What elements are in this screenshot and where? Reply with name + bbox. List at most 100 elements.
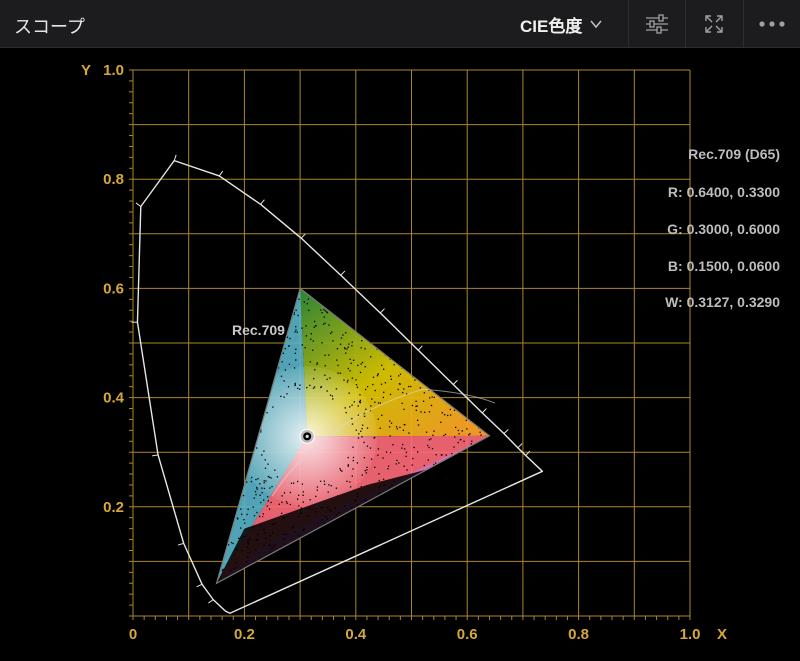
scatter-dot [377, 375, 378, 376]
scatter-dot [406, 469, 407, 470]
scatter-dot [264, 532, 265, 533]
scatter-dot [241, 537, 242, 538]
scatter-dot [383, 397, 384, 398]
scatter-dot [364, 457, 365, 458]
scatter-dot [345, 332, 346, 333]
y-axis-label: Y [81, 62, 91, 79]
scatter-dot [305, 325, 306, 326]
scatter-dot [326, 379, 327, 380]
scatter-dot [283, 534, 284, 535]
scatter-dot [387, 468, 388, 469]
scatter-dot [430, 438, 431, 439]
scatter-dot [330, 395, 331, 396]
scatter-dot [389, 426, 390, 427]
scatter-dot [302, 344, 303, 345]
scatter-dot [341, 337, 342, 338]
scatter-dot [450, 414, 451, 415]
scatter-dot [297, 315, 298, 316]
scatter-dot [327, 507, 328, 508]
scatter-dot [365, 409, 366, 410]
locus-wavelength-tick [197, 584, 202, 586]
scatter-dot [259, 483, 260, 484]
scope-type-dropdown[interactable]: CIE色度 [520, 8, 620, 40]
scatter-dot [339, 468, 340, 469]
x-tick-label: 0.6 [457, 626, 478, 643]
scatter-dot [330, 333, 331, 334]
scatter-dot [303, 502, 304, 503]
scatter-dot [257, 539, 258, 540]
scatter-dot [327, 312, 328, 313]
scatter-dot [263, 513, 264, 514]
blue-primary-coords: B: 0.1500, 0.0600 [668, 258, 780, 274]
scatter-dot [446, 454, 447, 455]
expand-button[interactable] [685, 0, 742, 47]
scatter-dot [259, 495, 260, 496]
scatter-dot [256, 512, 257, 513]
scatter-dot [360, 372, 361, 373]
scatter-dot [404, 424, 405, 425]
scatter-dot [348, 466, 349, 467]
scatter-dot [348, 347, 349, 348]
scatter-dot [294, 531, 295, 532]
x-tick-label: 1.0 [680, 626, 701, 643]
scatter-dot [420, 387, 421, 388]
scatter-dot [270, 535, 271, 536]
scatter-dot [374, 402, 375, 403]
scatter-dot [262, 516, 263, 517]
scatter-dot [364, 348, 365, 349]
scatter-dot [348, 457, 349, 458]
scatter-dot [321, 312, 322, 313]
scatter-dot [400, 374, 401, 375]
scatter-dot [402, 392, 403, 393]
scatter-dot [254, 515, 255, 516]
scatter-dot [293, 526, 294, 527]
scatter-dot [287, 503, 288, 504]
locus-wavelength-tick [208, 600, 213, 604]
scatter-dot [381, 384, 382, 385]
scatter-dot [408, 386, 409, 387]
scatter-dot [268, 500, 269, 501]
more-options-button[interactable] [743, 0, 800, 47]
scatter-dot [365, 366, 366, 367]
scatter-dot [331, 510, 332, 511]
scatter-dot [389, 486, 390, 487]
scope-settings-button[interactable] [628, 0, 685, 47]
scatter-dot [366, 467, 367, 468]
scatter-dot [301, 327, 302, 328]
scatter-dot [362, 474, 363, 475]
scatter-dot [256, 539, 257, 540]
scatter-dot [378, 402, 379, 403]
scatter-dot [257, 478, 258, 479]
scatter-dot [310, 499, 311, 500]
scatter-dot [340, 344, 341, 345]
scatter-dot [471, 441, 472, 442]
scatter-dot [281, 495, 282, 496]
scatter-dot [416, 410, 417, 411]
scatter-dot [363, 442, 364, 443]
scatter-dot [317, 362, 318, 363]
scatter-dot [403, 430, 404, 431]
scatter-dot [295, 359, 296, 360]
scatter-dot [322, 507, 323, 508]
y-tick-label: 0.6 [103, 280, 124, 297]
scatter-dot [344, 347, 345, 348]
scatter-dot [315, 325, 316, 326]
scatter-dot [254, 497, 255, 498]
scatter-dot [377, 373, 378, 374]
scatter-dot [410, 386, 411, 387]
scatter-dot [336, 388, 337, 389]
scatter-dot [357, 496, 358, 497]
scatter-dot [232, 543, 233, 544]
scatter-dot [381, 415, 382, 416]
scatter-dot [370, 447, 371, 448]
scatter-dot [382, 457, 383, 458]
scatter-dot [306, 335, 307, 336]
locus-wavelength-tick [152, 455, 158, 456]
scatter-dot [289, 364, 290, 365]
scatter-dot [418, 424, 419, 425]
scatter-dot [367, 386, 368, 387]
scatter-dot [352, 342, 353, 343]
scatter-dot [349, 359, 350, 360]
scatter-dot [391, 485, 392, 486]
scatter-dot [347, 381, 348, 382]
